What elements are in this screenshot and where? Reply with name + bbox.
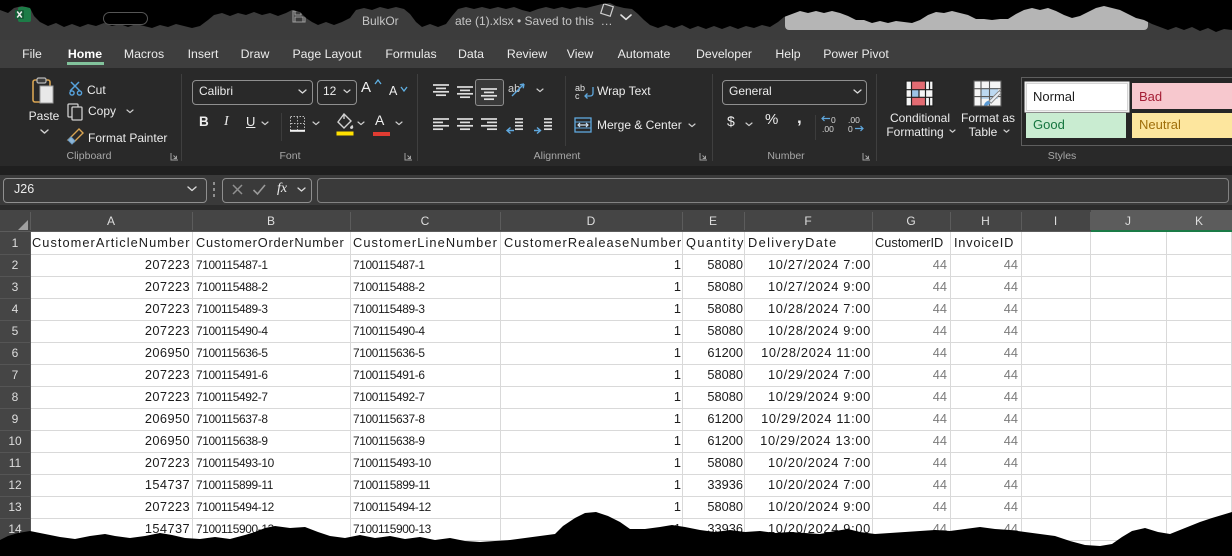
svg-text:c: c: [575, 91, 580, 100]
